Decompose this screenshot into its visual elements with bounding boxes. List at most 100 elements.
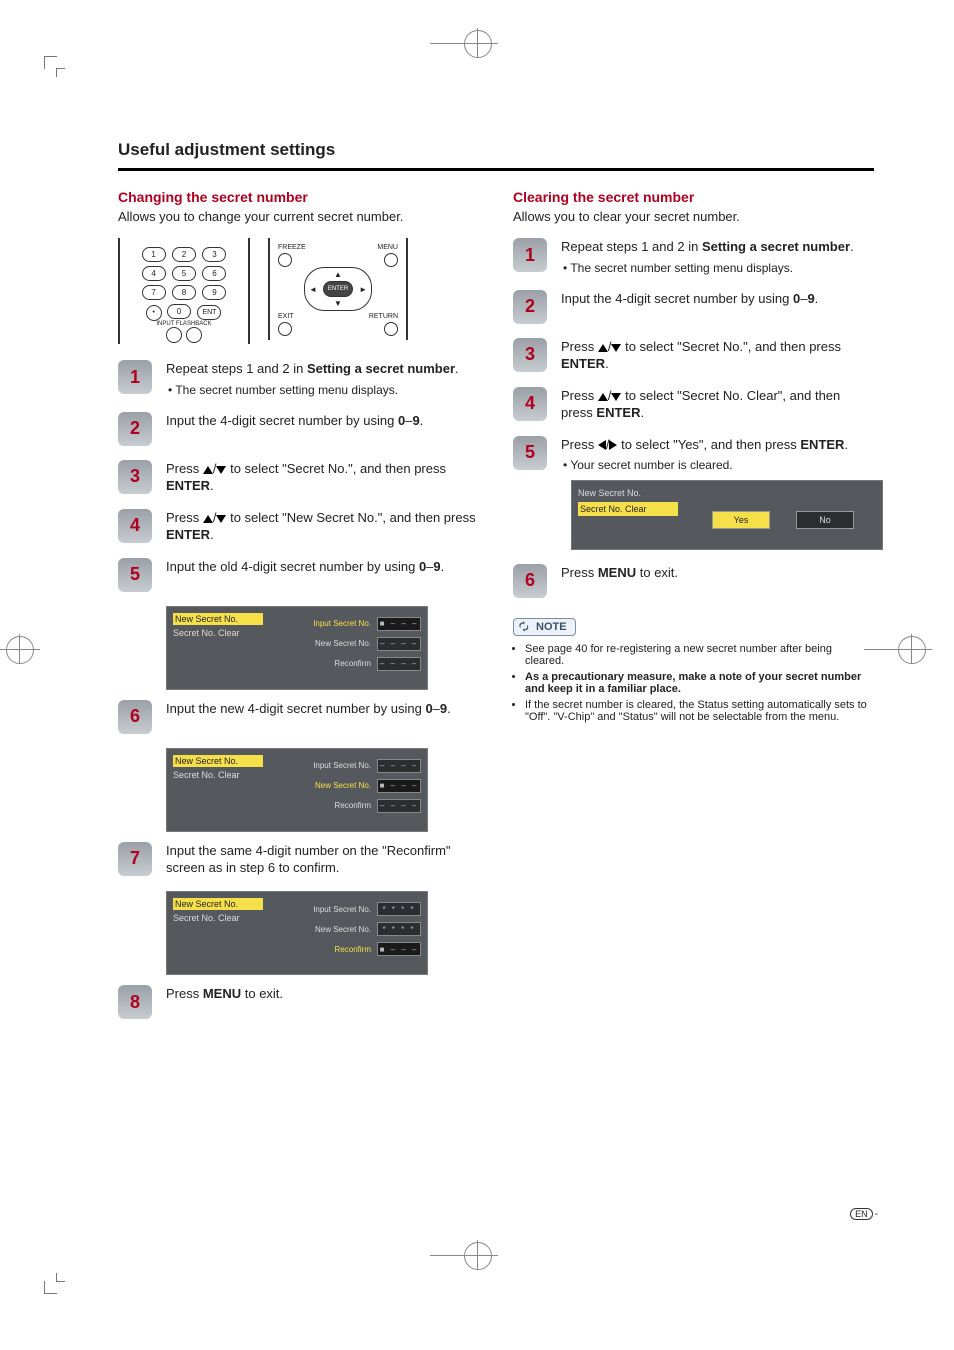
step-number: 2 (118, 412, 152, 446)
osd-step5: New Secret No. Secret No. Clear Input Se… (166, 606, 428, 690)
osd-clear: New Secret No. Secret No. Clear Yes No (571, 480, 883, 550)
step-3: 3 Press / to select "Secret No.", and th… (118, 460, 479, 495)
crop-mark (44, 1281, 57, 1294)
up-arrow-icon (598, 344, 608, 352)
menu-label: MENU (377, 244, 398, 251)
step-number: 7 (118, 842, 152, 876)
enter-button-label: ENTER (323, 281, 353, 297)
note-item: As a precautionary measure, make a note … (525, 671, 874, 695)
up-arrow-icon (203, 515, 213, 523)
step-number: 4 (118, 509, 152, 543)
step-number: 3 (513, 338, 547, 372)
osd-menu-item: Secret No. Clear (173, 913, 263, 923)
osd-step7: New Secret No. Secret No. Clear Input Se… (166, 891, 428, 975)
osd-no-button: No (796, 511, 854, 529)
remote-illustrations: 1 2 3 4 5 6 7 8 9 • 0 ENT INPUT FLASHBAC… (118, 238, 479, 344)
step-number: 1 (118, 360, 152, 394)
register-mark-icon (464, 1242, 490, 1268)
remote-dpad: FREEZE MENU ▲▼◄► ENTER EXIT RETURN (268, 238, 408, 340)
remote-key-9: 9 (202, 285, 226, 300)
osd-step6: New Secret No. Secret No. Clear Input Se… (166, 748, 428, 832)
step-5: 5 Input the old 4-digit secret number by… (118, 558, 479, 592)
remote-key-3: 3 (202, 247, 226, 262)
step-number: 4 (513, 387, 547, 421)
step-4: 4 Press / to select "New Secret No.", an… (118, 509, 479, 544)
down-arrow-icon (216, 515, 226, 523)
left-heading: Changing the secret number (118, 189, 479, 205)
down-arrow-icon (611, 344, 621, 352)
note-badge: NOTE (513, 618, 576, 636)
step-1: 1 Repeat steps 1 and 2 in Setting a secr… (118, 360, 479, 398)
register-mark-icon (6, 636, 32, 662)
step-2: 2 Input the 4-digit secret number by usi… (118, 412, 479, 446)
osd-yes-button: Yes (712, 511, 770, 529)
left-lead: Allows you to change your current secret… (118, 209, 479, 224)
step-number: 3 (118, 460, 152, 494)
osd-menu-item: Secret No. Clear (578, 502, 678, 516)
exit-label: EXIT (278, 313, 294, 320)
r-step-5: 5 Press / to select "Yes", and then pres… (513, 436, 874, 550)
lang-badge: EN (850, 1208, 873, 1220)
down-arrow-icon (611, 393, 621, 401)
step-7: 7 Input the same 4-digit number on the "… (118, 842, 479, 877)
remote-key-8: 8 (172, 285, 196, 300)
remote-key-7: 7 (142, 285, 166, 300)
register-mark-icon (464, 30, 490, 56)
return-label: RETURN (369, 313, 398, 320)
step-number: 2 (513, 290, 547, 324)
osd-menu-item: Secret No. Clear (173, 770, 263, 780)
osd-menu-item: New Secret No. (173, 898, 263, 910)
r-step-6: 6 Press MENU to exit. (513, 564, 874, 598)
menu-icon (384, 253, 398, 267)
page-title: Useful adjustment settings (118, 140, 874, 160)
osd-menu-item: New Secret No. (578, 487, 678, 499)
up-arrow-icon (598, 393, 608, 401)
step-6: 6 Input the new 4-digit secret number by… (118, 700, 479, 734)
remote-circ (166, 327, 182, 343)
step-8: 8 Press MENU to exit. (118, 985, 479, 1019)
r-step-1: 1 Repeat steps 1 and 2 in Setting a secr… (513, 238, 874, 276)
input-flashback-label: INPUT FLASHBACK (130, 321, 238, 327)
note-label: NOTE (536, 621, 567, 633)
r-step-4: 4 Press / to select "Secret No. Clear", … (513, 387, 874, 422)
note-item: If the secret number is cleared, the Sta… (525, 699, 874, 723)
step-number: 6 (513, 564, 547, 598)
step-text: . (455, 361, 459, 376)
right-heading: Clearing the secret number (513, 189, 874, 205)
exit-icon (278, 322, 292, 336)
step-number: 6 (118, 700, 152, 734)
r-step-2: 2 Input the 4-digit secret number by usi… (513, 290, 874, 324)
return-icon (384, 322, 398, 336)
r-step-3: 3 Press / to select "Secret No.", and th… (513, 338, 874, 373)
step-text: Input the 4-digit secret number by using (166, 413, 398, 428)
remote-key-6: 6 (202, 266, 226, 281)
remote-key-0: 0 (167, 304, 191, 319)
remote-key-ent: ENT (197, 305, 221, 320)
step-bullet: • Your secret number is cleared. (561, 457, 883, 473)
osd-menu-item: Secret No. Clear (173, 628, 263, 638)
right-lead: Allows you to clear your secret number. (513, 209, 874, 224)
freeze-label: FREEZE (278, 244, 306, 251)
remote-key-dot: • (146, 305, 162, 321)
notes-list: See page 40 for re-registering a new sec… (513, 643, 874, 723)
dpad-icon: ▲▼◄► ENTER (304, 267, 372, 311)
crop-mark (56, 68, 65, 77)
down-arrow-icon (216, 466, 226, 474)
note-icon (518, 620, 532, 634)
up-arrow-icon (203, 466, 213, 474)
right-column: Clearing the secret number Allows you to… (513, 189, 874, 1033)
remote-key-5: 5 (172, 266, 196, 281)
osd-menu-item: New Secret No. (173, 613, 263, 625)
remote-numpad: 1 2 3 4 5 6 7 8 9 • 0 ENT INPUT FLASHBAC… (118, 238, 250, 344)
crop-mark (56, 1273, 65, 1282)
step-number: 1 (513, 238, 547, 272)
freeze-icon (278, 253, 292, 267)
remote-key-1: 1 (142, 247, 166, 262)
note-item: See page 40 for re-registering a new sec… (525, 643, 874, 667)
remote-key-2: 2 (172, 247, 196, 262)
step-number: 5 (118, 558, 152, 592)
step-number: 5 (513, 436, 547, 470)
manual-page: Useful adjustment settings Changing the … (0, 0, 954, 1350)
step-bold: Setting a secret number (307, 361, 455, 376)
step-number: 8 (118, 985, 152, 1019)
